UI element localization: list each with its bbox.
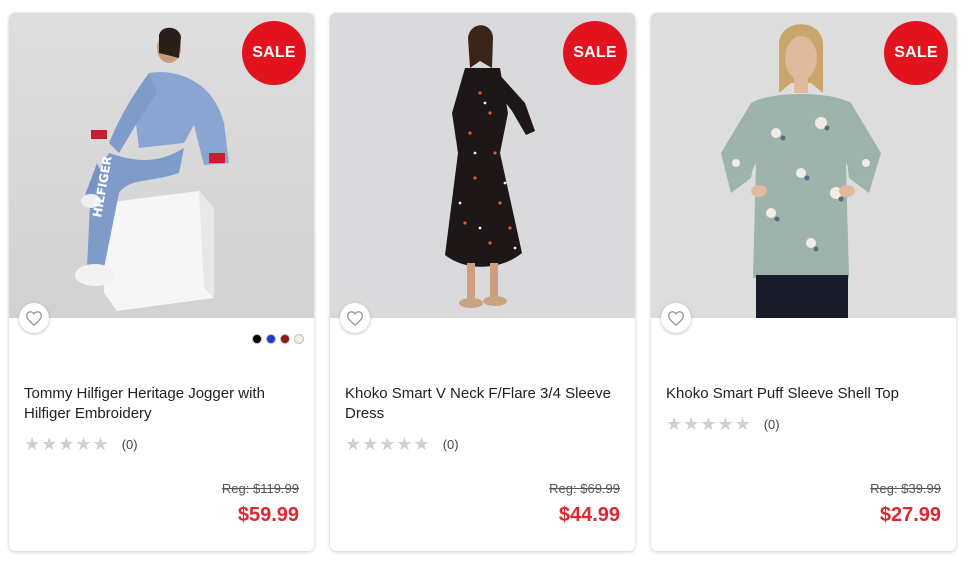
product-card[interactable]: SALE Khoko Smart Puff Sleeve Shell Top ★… <box>651 13 956 551</box>
sale-badge: SALE <box>242 21 306 85</box>
sale-badge: SALE <box>884 21 948 85</box>
wishlist-heart-icon[interactable] <box>661 303 691 333</box>
product-card[interactable]: HILFIGER SALE Tommy Hilfiger Heritage Jo… <box>9 13 314 551</box>
sale-price: $59.99 <box>237 504 299 526</box>
product-image[interactable]: SALE <box>330 13 635 318</box>
regular-price: Reg: $69.99 <box>549 481 620 496</box>
product-image[interactable]: HILFIGER SALE <box>9 13 314 318</box>
wishlist-heart-icon[interactable] <box>340 303 370 333</box>
star-rating-icon: ★★★★★ <box>345 434 431 455</box>
product-title[interactable]: Khoko Smart Puff Sleeve Shell Top <box>666 384 941 404</box>
sale-badge: SALE <box>563 21 627 85</box>
product-rating: ★★★★★ (0) <box>345 434 459 455</box>
swatch-cream[interactable] <box>294 334 304 344</box>
regular-price: Reg: $119.99 <box>221 481 299 496</box>
product-grid: HILFIGER SALE Tommy Hilfiger Heritage Jo… <box>0 0 970 562</box>
swatch-blue[interactable] <box>266 334 276 344</box>
star-rating-icon: ★★★★★ <box>666 414 752 435</box>
swatch-black[interactable] <box>252 334 262 344</box>
product-image[interactable]: SALE <box>651 13 956 318</box>
sale-price: $27.99 <box>879 504 941 526</box>
product-title[interactable]: Tommy Hilfiger Heritage Jogger with Hilf… <box>24 384 299 424</box>
color-swatches <box>252 334 304 344</box>
product-card[interactable]: SALE Khoko Smart V Neck F/Flare 3/4 Slee… <box>330 13 635 551</box>
sale-price: $44.99 <box>558 504 620 526</box>
review-count[interactable]: (0) <box>122 437 138 452</box>
star-rating-icon: ★★★★★ <box>24 434 110 455</box>
product-rating: ★★★★★ (0) <box>666 414 780 435</box>
review-count[interactable]: (0) <box>443 437 459 452</box>
product-rating: ★★★★★ (0) <box>24 434 138 455</box>
regular-price: Reg: $39.99 <box>870 481 941 496</box>
product-title[interactable]: Khoko Smart V Neck F/Flare 3/4 Sleeve Dr… <box>345 384 620 424</box>
swatch-burgundy[interactable] <box>280 334 290 344</box>
review-count[interactable]: (0) <box>764 417 780 432</box>
wishlist-heart-icon[interactable] <box>19 303 49 333</box>
